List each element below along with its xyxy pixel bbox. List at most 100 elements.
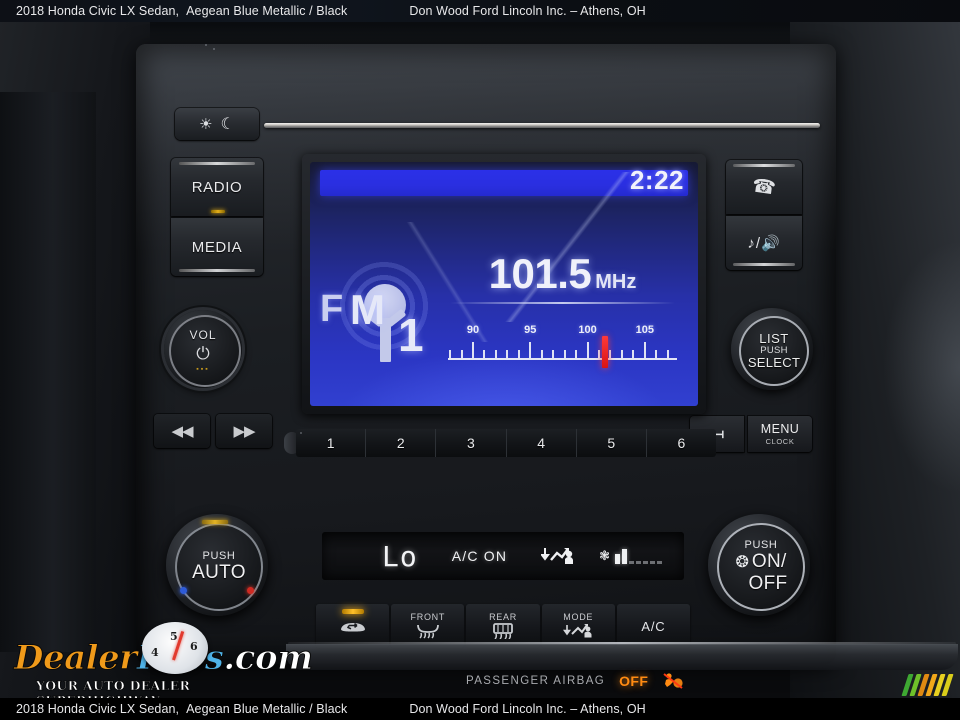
media-button[interactable]: MEDIA [171,218,263,276]
fan-power-knob[interactable]: PUSH ❂ ON/ OFF [708,514,810,616]
skip-previous-icon: ◀◀ [171,423,193,440]
audio-source-button[interactable]: ♪/🔊 [726,216,802,270]
tick-minor [494,350,497,358]
fan-level-bar-7 [657,561,663,564]
temperature-knob-push-label: PUSH [202,549,236,562]
tuning-scale-baseline [448,358,677,360]
climate-temperature: Lo [382,539,418,573]
climate-button-toplabel-rear-defrost: REAR [489,611,517,622]
list-knob-line1: LIST [759,331,789,347]
fan-knob-main-row: ❂ ON/ [735,551,786,573]
climate-airflow-mode-icon [541,544,575,568]
tick-major [643,342,646,358]
temperature-knob[interactable]: PUSH AUTO [166,514,268,616]
center-stack-faceplate: ☀ ☾ RADIO MEDIA VOL ⏻ ▪▪▪ ◀◀ ▶▶ ☎ ♪/🔊 LI… [136,44,958,689]
preset-label: 1 [326,435,335,451]
dust-speck [300,432,302,434]
volume-knob[interactable]: VOL ⏻ ▪▪▪ [164,310,242,388]
caption-dealer-top: Don Wood Ford Lincoln Inc. – Athens, OH [409,4,646,18]
caption-vehicle-top: 2018 Honda Civic LX Sedan, [16,4,180,18]
tick-minor [597,350,600,358]
rear-defrost-icon [490,622,516,640]
list-knob-line3: SELECT [747,355,801,371]
gauge-number-4: 4 [151,646,159,659]
lower-trim-bar [286,644,958,670]
phone-button[interactable]: ☎ [726,160,802,214]
climate-ac-status: A/C ON [451,548,508,564]
speedometer-gauge-icon: 4 5 6 [142,622,208,674]
preset-button-6[interactable]: 6 [646,429,716,457]
display-brightness-button[interactable]: ☀ ☾ [175,108,259,140]
passenger-airbag-indicator: PASSENGER AIRBAG OFF [466,672,684,690]
tick-minor [632,350,635,358]
color-bar-strip [901,674,954,696]
tick-major [586,342,589,358]
preset-button-row: 1 2 3 4 5 6 [296,429,716,457]
airbag-off-status: OFF [619,673,649,689]
tick-minor [575,350,578,358]
climate-button-toplabel-mode: MODE [563,612,594,623]
preset-label: 5 [607,435,616,451]
tick-major [529,342,532,358]
media-button-label: MEDIA [191,238,243,256]
skip-next-icon: ▶▶ [233,423,255,440]
screen-scratch-2 [330,222,570,342]
menu-clock-button[interactable]: MENU CLOCK [748,416,812,452]
list-select-knob-face: LIST PUSH SELECT [739,316,809,386]
tick-label-100: 100 [578,324,597,336]
tick-minor [609,350,612,358]
tick-minor [449,350,452,358]
audio-button-edge [733,263,795,266]
gauge-number-5: 5 [170,630,178,643]
radio-button[interactable]: RADIO [171,158,263,216]
preset-button-3[interactable]: 3 [436,429,507,457]
skip-previous-button[interactable]: ◀◀ [154,414,210,448]
volume-knob-leds: ▪▪▪ [196,366,210,373]
wm-part5: .com [223,638,314,679]
chrome-trim-strip [264,123,820,128]
cold-indicator-dot [180,587,187,594]
skip-next-button[interactable]: ▶▶ [216,414,272,448]
tick-label-105: 105 [635,324,654,336]
preset-button-1[interactable]: 1 [296,429,367,457]
climate-button-led-recirculation [341,609,364,614]
climate-button-toplabel-front-defrost: FRONT [410,611,446,622]
climate-display: Lo A/C ON ❃ [322,532,684,580]
dust-speck [213,48,215,50]
list-select-knob[interactable]: LIST PUSH SELECT [731,308,813,390]
tick-minor [620,350,623,358]
tick-minor [506,350,509,358]
media-button-edge [179,269,255,272]
caption-color-bottom: Aegean Blue Metallic / Black [186,702,348,716]
preset-label: 2 [396,435,405,451]
fan-level-bar-1 [615,554,621,564]
tick-minor [540,350,543,358]
caption-top: 2018 Honda Civic LX Sedan, Aegean Blue M… [0,0,960,22]
front-defrost-icon [415,622,441,639]
radio-button-edge [179,162,255,165]
climate-button-label-ac: A/C [641,618,666,634]
caption-dealer-bottom: Don Wood Ford Lincoln Inc. – Athens, OH [409,702,646,716]
caption-color-top: Aegean Blue Metallic / Black [186,4,348,18]
radio-display[interactable]: 2:22 F M 1 101.5 MHz [310,162,698,406]
tuning-indicator [601,336,608,368]
preset-button-4[interactable]: 4 [506,429,577,457]
fan-icon: ❂ [735,553,749,571]
preset-button-5[interactable]: 5 [576,429,647,457]
temperature-knob-face: PUSH AUTO [175,523,263,611]
preset-label: 3 [467,435,475,451]
phone-button-edge [733,164,795,167]
radio-display-bezel: 2:22 F M 1 101.5 MHz [302,154,706,414]
auto-label: AUTO [192,561,246,583]
fan-level-bar-2 [622,549,628,564]
preset-label: 4 [537,435,545,451]
fan-power-knob-face: PUSH ❂ ON/ OFF [717,523,805,611]
fan-level-bar-4 [636,561,642,564]
fan-knob-push-label: PUSH [744,538,778,551]
tick-minor [460,350,463,358]
airflow-mode-icon [563,623,593,639]
fan-level-bar-5 [643,561,649,564]
preset-button-2[interactable]: 2 [366,429,437,457]
moon-icon: ☾ [220,116,235,133]
tick-minor [552,350,555,358]
